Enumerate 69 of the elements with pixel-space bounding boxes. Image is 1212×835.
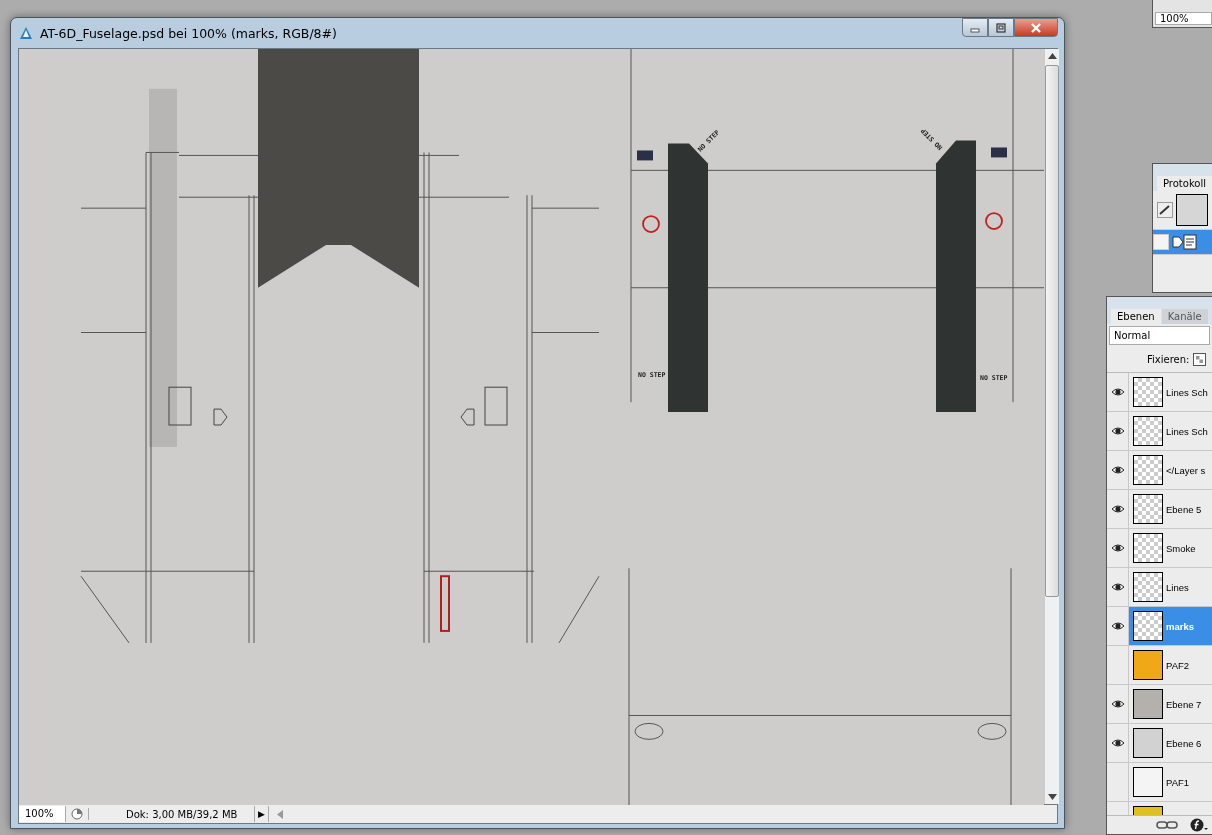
eye-icon (1110, 504, 1125, 514)
layer-row[interactable]: Ebene 6 (1107, 724, 1212, 763)
layer-name: Smoke (1166, 542, 1196, 554)
layer-effects-icon[interactable] (1190, 818, 1208, 832)
history-row[interactable] (1153, 191, 1212, 230)
maximize-button[interactable] (988, 18, 1014, 37)
document-size-text: Dok: 3,00 MB/39,2 MB (125, 808, 239, 820)
scroll-left-arrow-icon (277, 809, 283, 819)
eye-icon (1110, 738, 1125, 748)
source-checkbox[interactable] (1153, 234, 1169, 250)
panel-tab[interactable]: Ebenen (1111, 309, 1161, 324)
maximize-icon (996, 22, 1006, 33)
panel-tab[interactable]: Kanäle (1161, 309, 1208, 324)
minimize-button[interactable] (962, 18, 988, 37)
layer-name: Ebene 5 (1166, 503, 1202, 515)
layer-name: Lines Sch (1166, 425, 1208, 437)
scroll-down-arrow-icon (1047, 794, 1057, 800)
layer-thumbnail (1133, 455, 1163, 485)
layer-name: Ebene 7 (1166, 698, 1202, 710)
layer-row[interactable]: PAF2 (1107, 646, 1212, 685)
layer-name: Ebene 6 (1166, 737, 1202, 749)
blend-mode-dropdown[interactable]: Normal (1109, 326, 1210, 345)
eye-icon (1110, 426, 1125, 436)
history-row[interactable] (1153, 230, 1212, 255)
eye-icon (1110, 582, 1125, 592)
scroll-up-arrow-icon (1047, 53, 1057, 59)
layer-row[interactable]: Lines Sch (1107, 412, 1212, 451)
layer-row[interactable]: Lines (1107, 568, 1212, 607)
zoom-field[interactable]: 100% (19, 806, 66, 822)
layer-name: PAF1 (1166, 776, 1190, 788)
scrollbar-thumb[interactable] (1045, 65, 1059, 597)
layer-row[interactable]: PAF1 (1107, 763, 1212, 802)
window-title: AT-6D_Fuselage.psd bei 100% (marks, RGB/8#) (40, 25, 337, 41)
link-icon[interactable] (1156, 820, 1178, 830)
layer-name: </Layer s (1166, 464, 1206, 476)
zoom-field[interactable]: 100% (1155, 12, 1212, 25)
lock-label: Fixieren: (1147, 354, 1190, 365)
layer-thumbnail (1133, 416, 1163, 446)
panel-tab[interactable]: Protokoll (1157, 176, 1212, 191)
eye-icon (1110, 699, 1125, 709)
layer-name: marks (1166, 620, 1194, 632)
eye-icon (1110, 543, 1125, 553)
layer-thumbnail (1133, 533, 1163, 563)
close-icon (1030, 22, 1042, 33)
layer-thumbnail (1133, 494, 1163, 524)
layer-row[interactable]: Smoke (1107, 529, 1212, 568)
status-menu-button[interactable]: ▶ (254, 806, 269, 822)
layer-row[interactable]: Ebene 7 (1107, 685, 1212, 724)
eye-icon (1110, 621, 1125, 631)
layer-row[interactable]: </Layer s (1107, 451, 1212, 490)
vertical-scrollbar[interactable] (1044, 49, 1059, 804)
lock-transparency-icon[interactable] (1193, 353, 1207, 366)
layer-name: Lines (1166, 581, 1189, 593)
brush-icon[interactable] (1157, 202, 1173, 218)
layer-thumbnail (1133, 611, 1163, 641)
layer-row[interactable]: Lines Sch (1107, 373, 1212, 412)
eye-icon (1110, 387, 1125, 397)
layer-name: Lines Sch (1166, 386, 1208, 398)
history-state-icon (1172, 233, 1200, 251)
close-button[interactable] (1014, 18, 1058, 37)
visibility-toggle[interactable] (1107, 607, 1129, 645)
layer-row[interactable]: Ebene 5 (1107, 490, 1212, 529)
app-icon (18, 25, 34, 41)
status-info-icon[interactable] (71, 808, 83, 820)
snapshot-thumbnail (1176, 194, 1208, 226)
layer-name: PAF2 (1166, 659, 1190, 671)
layer-thumbnail (1133, 377, 1163, 407)
layer-thumbnail (1133, 572, 1163, 602)
eye-icon (1110, 465, 1125, 475)
